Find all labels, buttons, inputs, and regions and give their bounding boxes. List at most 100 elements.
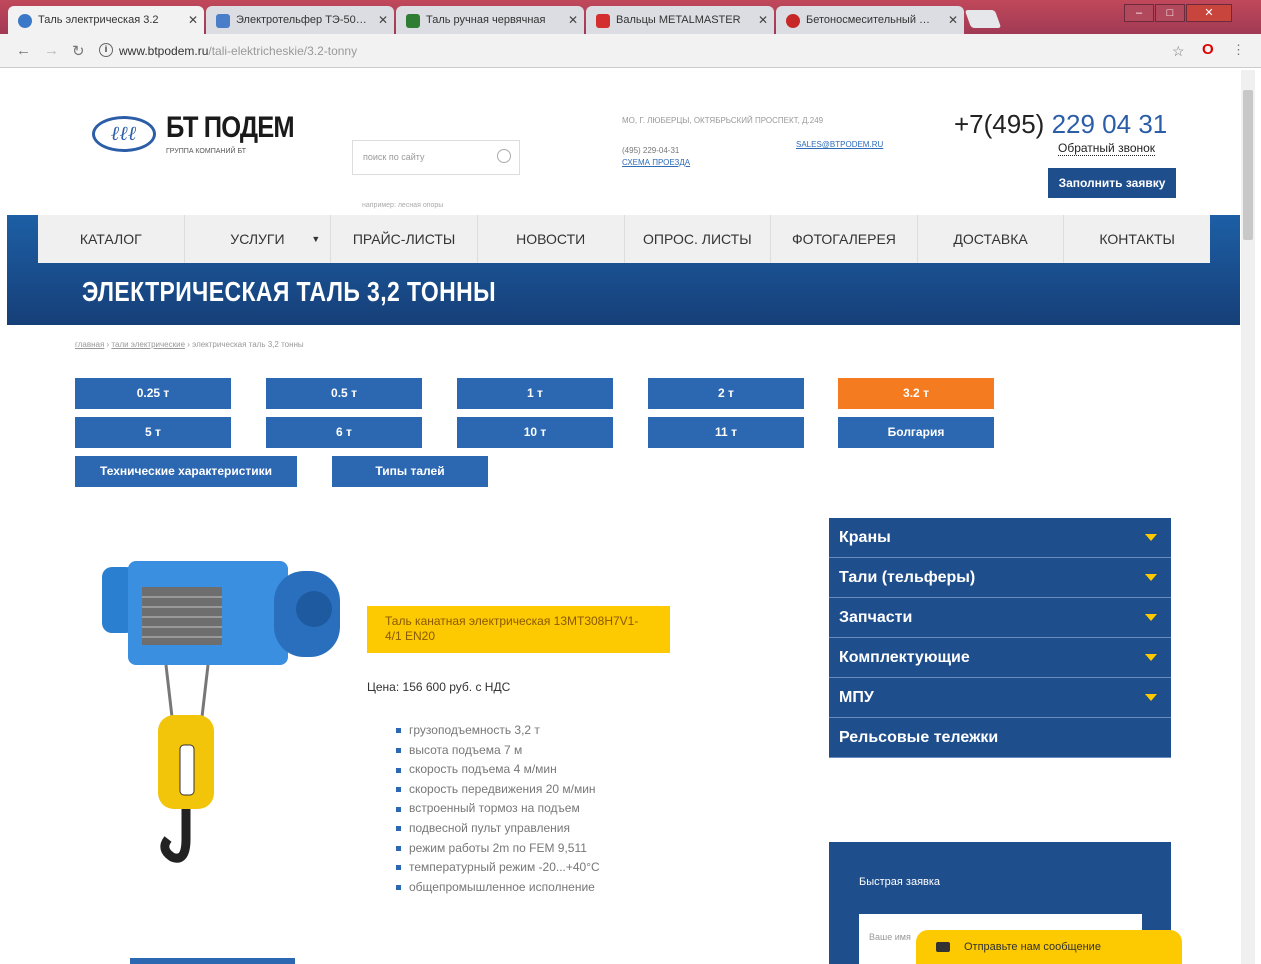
close-icon[interactable]: ✕ — [758, 13, 768, 27]
globe-icon — [18, 14, 32, 28]
category-hoists[interactable]: Тали (тельферы) — [829, 558, 1171, 598]
search-input[interactable]: поиск по сайту — [352, 140, 520, 175]
logo-icon[interactable]: ℓℓℓ — [92, 116, 156, 152]
spec-item: режим работы 2m по FEM 9,511 — [396, 839, 600, 859]
category-cranes[interactable]: Краны — [829, 518, 1171, 558]
chevron-down-icon[interactable] — [1145, 694, 1157, 701]
site-favicon-icon — [596, 14, 610, 28]
tonnage-button-2[interactable]: 2 т — [648, 378, 804, 409]
spec-item: грузоподъемность 3,2 т — [396, 721, 600, 741]
chevron-down-icon[interactable] — [1145, 654, 1157, 661]
chat-label: Отправьте нам сообщение — [964, 941, 1101, 953]
minimize-button[interactable]: – — [1124, 4, 1154, 22]
tonnage-button-bulgaria[interactable]: Болгария — [838, 417, 994, 448]
browser-chrome: Таль электрическая 3.2 ✕ Электротельфер … — [0, 0, 1261, 68]
category-mpu[interactable]: МПУ — [829, 678, 1171, 718]
category-label: МПУ — [839, 689, 874, 706]
close-icon[interactable]: ✕ — [948, 13, 958, 27]
spec-item: температурный режим -20...+40°С — [396, 858, 600, 878]
message-icon — [936, 942, 950, 952]
new-tab-button[interactable] — [964, 10, 1002, 28]
opera-icon[interactable]: O — [1202, 41, 1214, 58]
address-text: МО, Г. ЛЮБЕРЦЫ, ОКТЯБРЬСКИЙ ПРОСПЕКТ, Д.… — [622, 116, 824, 125]
chevron-down-icon[interactable] — [1145, 534, 1157, 541]
tonnage-button-3.2[interactable]: 3.2 т — [838, 378, 994, 409]
logo-subtitle: ГРУППА КОМПАНИЙ БТ — [166, 148, 247, 155]
maximize-button[interactable]: □ — [1155, 4, 1185, 22]
search-hint: например: лесная опоры — [362, 202, 444, 209]
input-placeholder: Ваше имя — [869, 932, 911, 942]
menu-item-news[interactable]: НОВОСТИ — [478, 215, 625, 263]
tonnage-button-0.25[interactable]: 0.25 т — [75, 378, 231, 409]
chevron-down-icon: ▼ — [311, 234, 321, 244]
product-price: Цена: 156 600 руб. с НДС — [367, 680, 511, 694]
category-parts[interactable]: Запчасти — [829, 598, 1171, 638]
tab-label: Вальцы METALMASTER — [616, 14, 741, 26]
chevron-down-icon[interactable] — [1145, 614, 1157, 621]
phone-code: +7(495) — [954, 109, 1045, 139]
page-scrollbar[interactable] — [1241, 70, 1255, 964]
search-placeholder: поиск по сайту — [363, 152, 425, 162]
phone-digits: 229 04 31 — [1051, 109, 1168, 139]
tab-3[interactable]: Таль ручная червячная ✕ — [396, 6, 584, 34]
category-rail-trolleys[interactable]: Рельсовые тележки — [829, 718, 1171, 758]
close-window-button[interactable]: ✕ — [1186, 4, 1232, 22]
star-icon[interactable]: ☆ — [1172, 43, 1185, 60]
hook — [160, 809, 191, 863]
tab-4[interactable]: Вальцы METALMASTER ✕ — [586, 6, 774, 34]
reload-icon[interactable]: ↻ — [72, 42, 85, 60]
spec-item: скорость подъема 4 м/мин — [396, 760, 600, 780]
route-link[interactable]: СХЕМА ПРОЕЗДА — [622, 158, 690, 167]
page-title: ЭЛЕКТРИЧЕСКАЯ ТАЛЬ 3,2 ТОННЫ — [82, 276, 496, 307]
close-icon[interactable]: ✕ — [378, 13, 388, 27]
phone-number[interactable]: +7(495) 229 04 31 — [954, 109, 1167, 140]
forward-arrow-icon[interactable]: → — [44, 42, 59, 59]
search-icon[interactable] — [497, 149, 511, 163]
spec-list: грузоподъемность 3,2 т высота подъема 7 … — [396, 721, 600, 897]
category-components[interactable]: Комплектующие — [829, 638, 1171, 678]
menu-item-prices[interactable]: ПРАЙС-ЛИСТЫ — [331, 215, 478, 263]
spec-item: высота подъема 7 м — [396, 741, 600, 761]
chat-widget[interactable]: Отправьте нам сообщение — [916, 930, 1182, 964]
tab-label: Бетоносмесительный … — [806, 14, 931, 26]
tonnage-button-11[interactable]: 11 т — [648, 417, 804, 448]
category-label: Тали (тельферы) — [839, 569, 976, 586]
tonnage-button-5[interactable]: 5 т — [75, 417, 231, 448]
tonnage-button-0.5[interactable]: 0.5 т — [266, 378, 422, 409]
tonnage-button-10[interactable]: 10 т — [457, 417, 613, 448]
product-image[interactable] — [98, 557, 343, 887]
logo-text[interactable]: БТ ПОДЕМ — [166, 111, 295, 145]
chevron-down-icon[interactable] — [1145, 574, 1157, 581]
menu-item-contacts[interactable]: КОНТАКТЫ — [1064, 215, 1210, 263]
back-arrow-icon[interactable]: ← — [16, 42, 31, 59]
browser-toolbar: ← → ↻ i www.btpodem.ru/tali-elektrichesk… — [0, 34, 1261, 68]
tab-2[interactable]: Электротельфер ТЭ-50… ✕ — [206, 6, 394, 34]
tab-1[interactable]: Таль электрическая 3.2 ✕ — [8, 6, 204, 34]
menu-item-catalog[interactable]: КАТАЛОГ — [38, 215, 185, 263]
address-bar[interactable]: i www.btpodem.ru/tali-elektricheskie/3.2… — [95, 40, 1195, 62]
next-product-thumbnail — [130, 958, 295, 964]
callback-link[interactable]: Обратный звонок — [1058, 141, 1156, 156]
menu-item-gallery[interactable]: ФОТОГАЛЕРЕЯ — [771, 215, 918, 263]
tonnage-button-1[interactable]: 1 т — [457, 378, 613, 409]
menu-item-services[interactable]: УСЛУГИ ▼ — [185, 215, 332, 263]
close-icon[interactable]: ✕ — [188, 13, 198, 27]
breadcrumb-category[interactable]: тали электрические — [111, 340, 185, 349]
menu-dots-icon[interactable]: ⋮ — [1232, 42, 1245, 58]
motor-fan-cover — [296, 591, 332, 627]
breadcrumb-home[interactable]: главная — [75, 340, 104, 349]
tab-strip: Таль электрическая 3.2 ✕ Электротельфер … — [0, 0, 1261, 34]
menu-item-delivery[interactable]: ДОСТАВКА — [918, 215, 1065, 263]
email-link[interactable]: SALES@BTPODEM.RU — [796, 140, 883, 149]
tech-specs-button[interactable]: Технические характеристики — [75, 456, 297, 487]
close-icon[interactable]: ✕ — [568, 13, 578, 27]
tab-5[interactable]: Бетоносмесительный … ✕ — [776, 6, 964, 34]
order-button[interactable]: Заполнить заявку — [1048, 168, 1176, 198]
scrollbar-thumb[interactable] — [1243, 90, 1253, 240]
menu-item-forms[interactable]: ОПРОС. ЛИСТЫ — [625, 215, 772, 263]
hoist-types-button[interactable]: Типы талей — [332, 456, 488, 487]
tonnage-button-6[interactable]: 6 т — [266, 417, 422, 448]
product-name: Таль канатная электрическая 13МТ308Н7V1-… — [367, 606, 670, 653]
info-icon[interactable]: i — [99, 43, 113, 57]
phone-small: (495) 229-04-31 — [622, 146, 680, 155]
